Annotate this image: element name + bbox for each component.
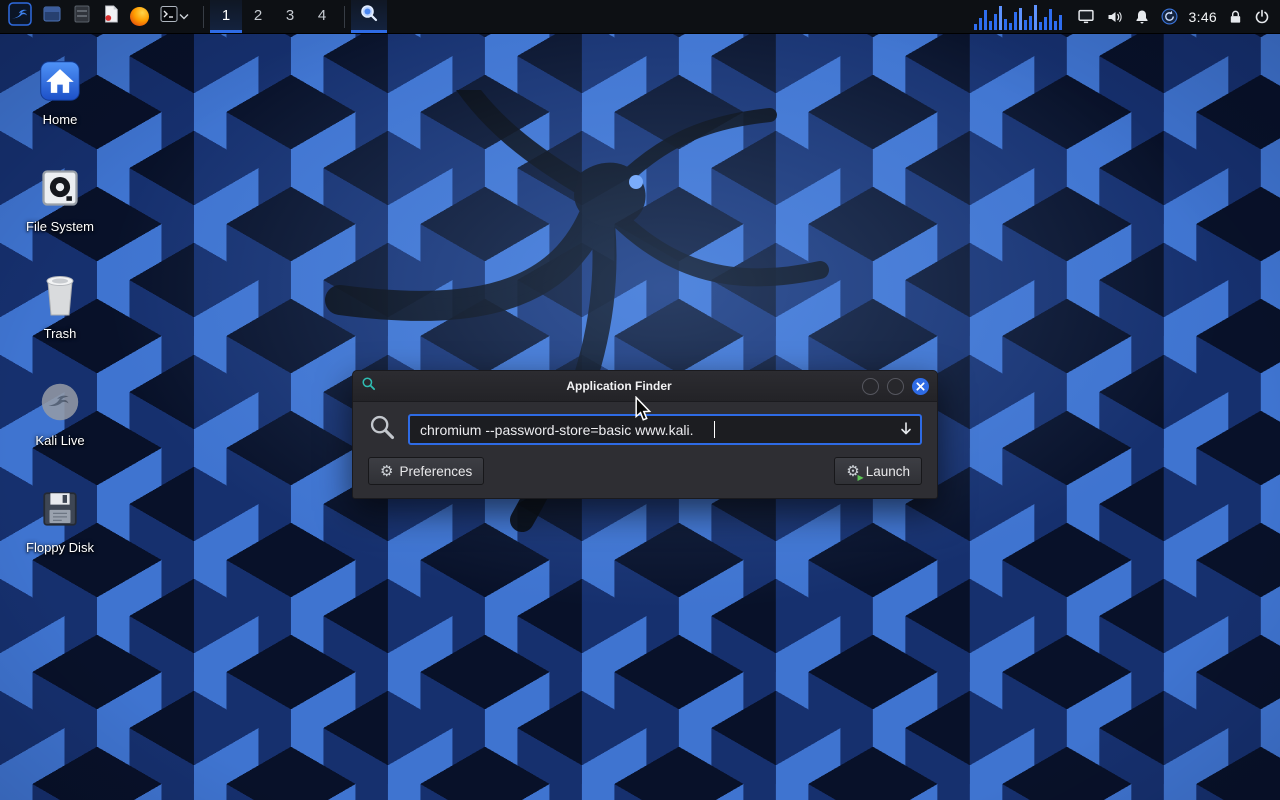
text-caret	[714, 421, 715, 438]
desktop: 1 2 3 4	[0, 0, 1280, 800]
kali-live-icon	[37, 377, 83, 427]
search-row	[368, 413, 922, 446]
desktop-icon-label: Kali Live	[35, 433, 84, 448]
desktop-icon-trash[interactable]: Trash	[10, 270, 110, 361]
titlebar[interactable]: Application Finder	[353, 371, 937, 402]
desktop-icon-label: Home	[43, 112, 78, 127]
file-system-icon	[38, 163, 82, 213]
files-launcher[interactable]	[37, 0, 67, 33]
app-finder-icon	[359, 3, 379, 28]
system-tray: 3:46	[974, 0, 1280, 33]
preferences-button-label: Preferences	[399, 464, 472, 479]
chevron-down-icon[interactable]	[179, 13, 192, 20]
command-input[interactable]	[408, 414, 922, 445]
panel-separator	[344, 6, 345, 28]
launch-icon: ⚙▶	[846, 464, 859, 479]
workspace-3[interactable]: 3	[274, 0, 306, 33]
desktop-icon-label: Floppy Disk	[26, 540, 94, 555]
workspace-4[interactable]: 4	[306, 0, 338, 33]
firefox-icon	[130, 7, 149, 26]
text-editor-launcher[interactable]	[97, 0, 125, 33]
workspace-3-label: 3	[286, 7, 294, 24]
close-button[interactable]	[912, 378, 929, 395]
files-icon	[42, 4, 62, 29]
terminal-launcher[interactable]	[154, 0, 197, 33]
display-icon[interactable]	[1077, 8, 1095, 25]
screen-lock-icon[interactable]	[1228, 9, 1243, 25]
search-input-wrap	[408, 414, 922, 445]
maximize-button[interactable]	[887, 378, 904, 395]
taskbar-application-finder[interactable]	[351, 0, 387, 33]
trash-icon	[40, 270, 80, 320]
text-editor-icon	[102, 4, 120, 29]
desktop-icon-floppy-disk[interactable]: Floppy Disk	[10, 484, 110, 575]
panel-left-group: 1 2 3 4	[0, 0, 387, 33]
launch-button-label: Launch	[866, 464, 910, 479]
workspace-2[interactable]: 2	[242, 0, 274, 33]
desktop-icon-label: Trash	[44, 326, 77, 341]
finder-body: ⚙ Preferences ⚙▶ Launch	[353, 402, 937, 498]
clock[interactable]: 3:46	[1189, 9, 1217, 25]
terminal-icon	[159, 4, 179, 29]
top-panel: 1 2 3 4	[0, 0, 1280, 34]
audio-visualizer-icon[interactable]	[974, 4, 1066, 30]
applications-menu-button[interactable]	[3, 0, 37, 33]
workspace-switcher: 1 2 3 4	[210, 0, 338, 33]
workspace-4-label: 4	[318, 7, 326, 24]
desktop-icon-file-system[interactable]: File System	[10, 163, 110, 254]
home-icon	[38, 56, 82, 106]
firefox-launcher[interactable]	[125, 0, 154, 33]
application-finder-window: Application Finder	[352, 370, 938, 499]
search-icon	[368, 413, 396, 446]
desktop-icon-column: Home File System Trash	[10, 56, 110, 575]
workspace-2-label: 2	[254, 7, 262, 24]
window-icon	[361, 376, 376, 396]
notifications-bell-icon[interactable]	[1134, 9, 1150, 25]
floppy-disk-icon	[39, 484, 81, 534]
volume-icon[interactable]	[1106, 9, 1123, 25]
file-cabinet-icon	[72, 4, 92, 29]
desktop-icon-home[interactable]: Home	[10, 56, 110, 147]
history-dropdown-icon[interactable]	[899, 421, 913, 442]
power-icon[interactable]	[1254, 9, 1270, 25]
launch-button[interactable]: ⚙▶ Launch	[834, 457, 922, 485]
minimize-button[interactable]	[862, 378, 879, 395]
panel-separator	[203, 6, 204, 28]
gear-icon: ⚙	[380, 464, 393, 479]
preferences-button[interactable]: ⚙ Preferences	[368, 457, 484, 485]
kali-menu-icon	[8, 2, 32, 31]
button-row: ⚙ Preferences ⚙▶ Launch	[368, 457, 922, 485]
file-manager-launcher[interactable]	[67, 0, 97, 33]
workspace-1[interactable]: 1	[210, 0, 242, 33]
desktop-icon-label: File System	[26, 219, 94, 234]
updates-icon[interactable]	[1161, 8, 1178, 25]
workspace-1-label: 1	[222, 7, 230, 24]
desktop-icon-kali-live[interactable]: Kali Live	[10, 377, 110, 468]
window-title: Application Finder	[384, 379, 854, 393]
